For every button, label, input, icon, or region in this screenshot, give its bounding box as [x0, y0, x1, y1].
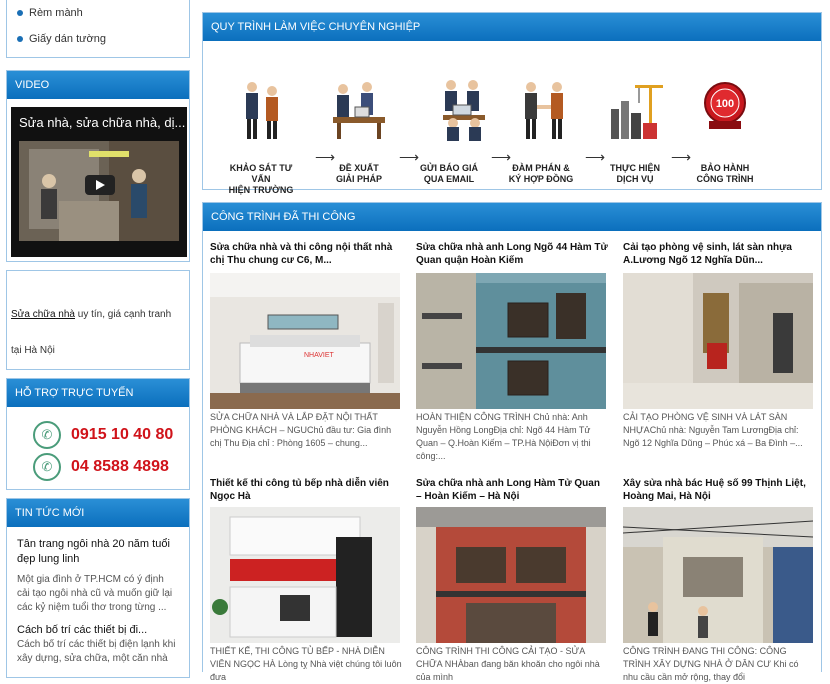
house-facade-photo [416, 273, 606, 409]
project-title[interactable]: Sửa chữa nhà anh Long Ngõ 44 Hàm Tử Quan… [416, 241, 608, 267]
process-step: KHẢO SÁT TƯ VẤN HIỆN TRƯỜNG [228, 163, 294, 195]
renovated-house-photo [416, 507, 606, 643]
proposal-illustration [333, 82, 385, 139]
news-item-title[interactable]: Cách bố trí các thiết bị đi... [7, 623, 189, 638]
project-title[interactable]: Sửa chữa nhà và thi công nội thất nhà ch… [210, 241, 402, 267]
project-description: SỬA CHỮA NHÀ VÀ LẮP ĐẶT NỘI THẤT PHÒNG K… [210, 412, 392, 448]
news-widget: TIN TỨC MỚI Tân trang ngôi nhà 20 năm tu… [6, 498, 190, 678]
category-list: Rèm mành Giấy dán tường [6, 0, 190, 58]
project-title[interactable]: Cải tạo phòng vệ sinh, lát sàn nhựa A.Lư… [623, 241, 815, 267]
project-image[interactable] [623, 273, 813, 409]
project-description: THIẾT KẾ, THI CÔNG TỦ BẾP - NHÀ DIỄN VIÊ… [210, 646, 402, 682]
kitchen-photo [210, 507, 400, 643]
project-title[interactable]: Thiết kế thi công tủ bếp nhà diễn viên N… [210, 477, 402, 503]
project-image[interactable] [416, 273, 606, 409]
process-step: ĐỀ XUẤT GIẢI PHÁP [335, 163, 382, 184]
bullet-icon [17, 10, 23, 17]
bullet-icon [17, 36, 23, 43]
news-header: TIN TỨC MỚI [7, 499, 189, 527]
process-step: THỰC HIỆN DỊCH VỤ [610, 163, 660, 184]
news-item-desc: Cách bố trí các thiết bị điện lạnh khi x… [17, 639, 176, 664]
phone-icon: ✆ [33, 421, 61, 449]
phone-number[interactable]: ✆ 04 8588 4898 [33, 453, 169, 481]
handshake-illustration [525, 82, 563, 139]
warranty-badge-text: 100 [716, 98, 734, 110]
promo-link[interactable]: Sửa chữa nhà [11, 309, 75, 320]
project-title[interactable]: Sửa chữa nhà anh Long Hàm Tử Quan – Hoàn… [416, 477, 608, 503]
projects-panel: CÔNG TRÌNH ĐÃ THI CÔNG Sửa chữa nhà và t… [202, 202, 822, 682]
category-item[interactable]: Giấy dán tường [7, 26, 189, 52]
news-item-desc: Một gia đình ở TP.HCM có ý định cải tạo … [17, 574, 173, 613]
watermark: NHAVIET [304, 352, 335, 359]
play-button[interactable] [85, 175, 115, 195]
project-image[interactable] [623, 507, 813, 643]
project-image[interactable]: NHAVIET [210, 273, 400, 409]
warranty-badge-icon: 100 [704, 82, 746, 129]
bathroom-photo [623, 273, 813, 409]
process-step: BẢO HÀNH CÔNG TRÌNH [696, 163, 754, 184]
promo-widget: Sửa chữa nhà uy tín, giá cạnh tranh tại … [6, 270, 190, 370]
project-description: HOÀN THIỆN CÔNG TRÌNH Chủ nhà: Anh Nguyễ… [416, 412, 591, 461]
news-item-title[interactable]: Tân trang ngôi nhà 20 năm tuổi đẹp lung … [7, 537, 189, 567]
projects-header: CÔNG TRÌNH ĐÃ THI CÔNG [203, 203, 821, 231]
project-image[interactable] [210, 507, 400, 643]
category-item[interactable]: Rèm mành [7, 0, 189, 26]
process-step: GỬI BÁO GIÁ QUA EMAIL [420, 163, 478, 184]
email-quote-illustration [443, 80, 485, 141]
project-description: CÔNG TRÌNH THI CÔNG CẢI TẠO - SỬA CHỮA N… [416, 646, 600, 682]
bedroom-photo: NHAVIET [210, 273, 400, 409]
phone-icon: ✆ [33, 453, 61, 481]
process-panel: QUY TRÌNH LÀM VIỆC CHUYÊN NGHIỆP 100 KHẢ… [202, 12, 822, 195]
project-description: CÔNG TRÌNH ĐANG THI CÔNG: CÔNG TRÌNH XÂY… [623, 646, 799, 682]
process-step: ĐÀM PHÁN & KÝ HỢP ĐỒNG [508, 163, 574, 184]
phone-number[interactable]: ✆ 0915 10 40 80 [33, 421, 173, 449]
support-widget: HỖ TRỢ TRỰC TUYẾN ✆ 0915 10 40 80 ✆ 04 858… [6, 378, 190, 490]
video-header: VIDEO [7, 71, 189, 99]
process-header: QUY TRÌNH LÀM VIỆC CHUYÊN NGHIỆP [203, 13, 821, 41]
promo-text: Sửa chữa nhà uy tín, giá cạnh tranh [11, 309, 172, 320]
video-widget: VIDEO Sửa nhà, sửa chữa nhà, dị... [6, 70, 190, 262]
construction-site-photo [623, 507, 813, 643]
project-image[interactable] [416, 507, 606, 643]
project-title[interactable]: Xây sửa nhà bác Huệ số 99 Thịnh Liệt, Ho… [623, 477, 815, 503]
construction-illustration [611, 85, 663, 139]
video-title: Sửa nhà, sửa chữa nhà, dị... [19, 115, 186, 130]
video-player[interactable]: Sửa nhà, sửa chữa nhà, dị... [11, 107, 187, 257]
project-description: CẢI TẠO PHÒNG VỆ SINH VÀ LÁT SÀN NHỰAChủ… [623, 412, 803, 448]
survey-illustration [246, 82, 278, 139]
promo-location: tại Hà Nội [11, 345, 55, 356]
support-header: HỖ TRỢ TRỰC TUYẾN [7, 379, 189, 407]
